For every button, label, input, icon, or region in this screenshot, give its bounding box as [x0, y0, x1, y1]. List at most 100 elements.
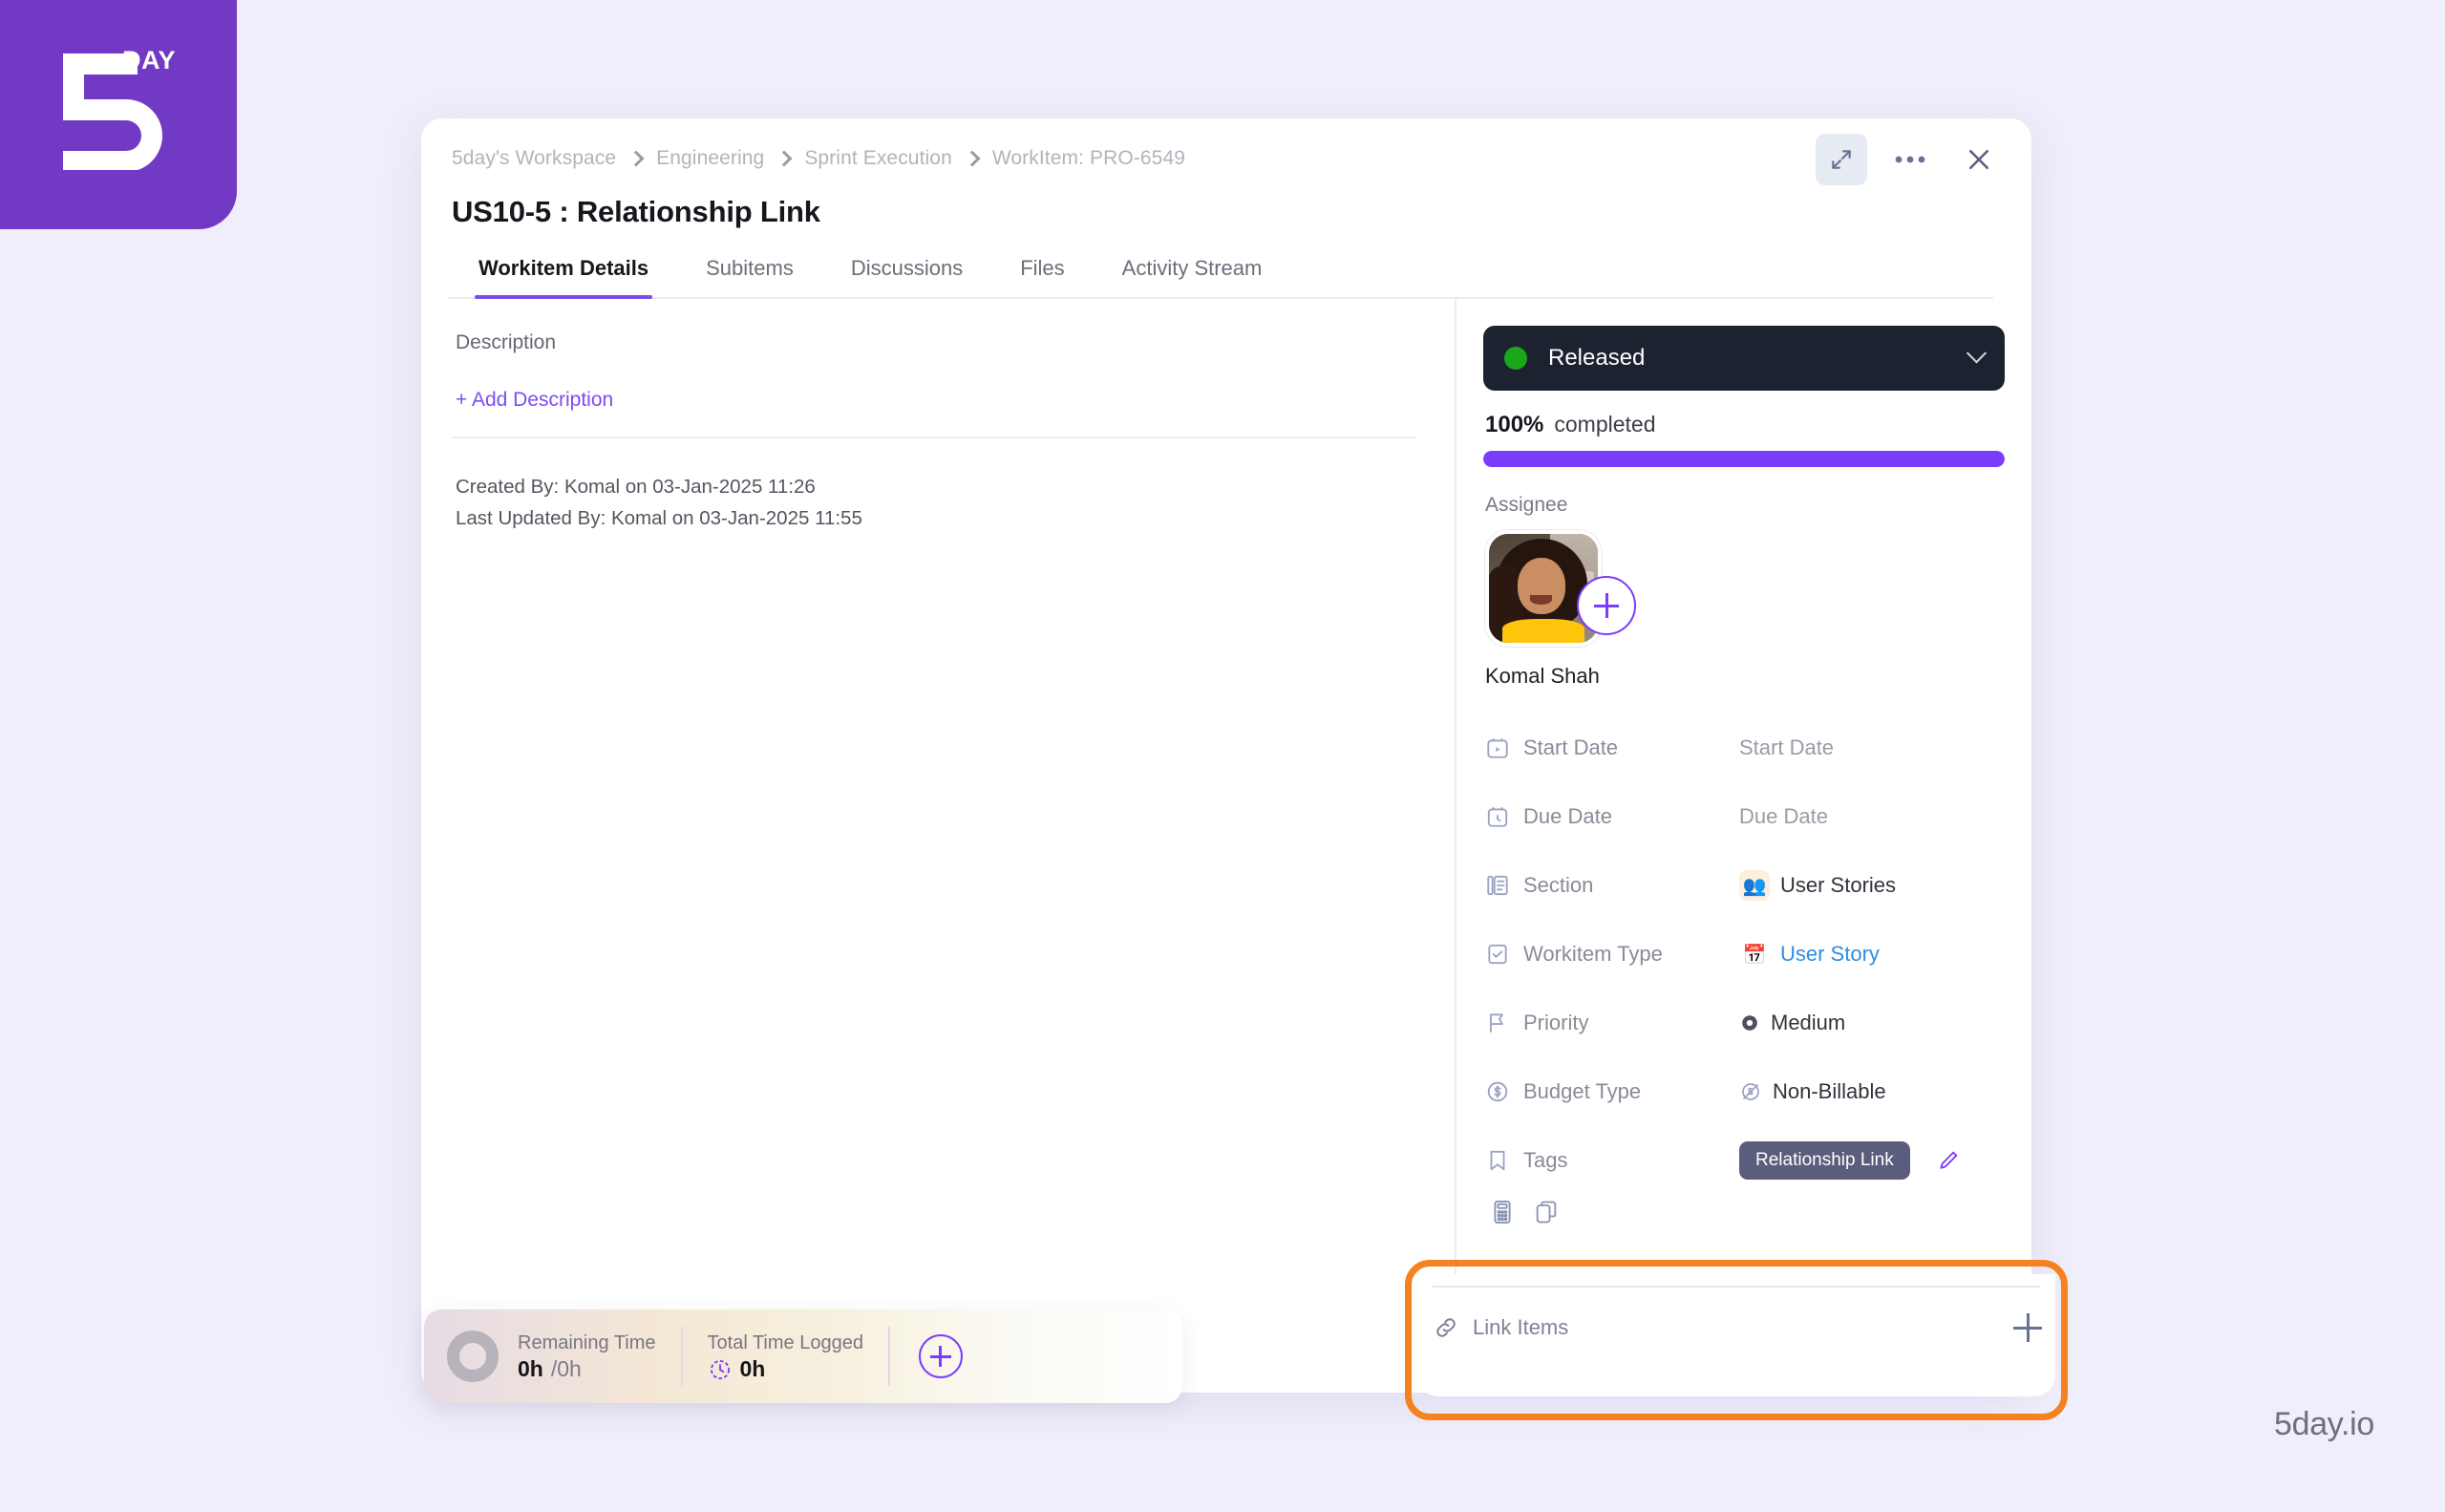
breadcrumb-item-engineering[interactable]: Engineering: [656, 147, 764, 170]
expand-button[interactable]: [1816, 134, 1867, 185]
tab-files[interactable]: Files: [1020, 256, 1064, 297]
breadcrumb-item-sprint-execution[interactable]: Sprint Execution: [804, 147, 952, 170]
property-value-start-date[interactable]: Start Date: [1739, 735, 1834, 760]
property-value-due-date[interactable]: Due Date: [1739, 804, 1828, 829]
tag-chip[interactable]: Relationship Link: [1739, 1141, 1910, 1180]
tab-workitem-details[interactable]: Workitem Details: [474, 256, 653, 299]
remaining-time-value: 0h/0h: [518, 1356, 656, 1382]
plus-circle-icon: [1594, 593, 1619, 618]
section-icon: [1485, 873, 1510, 898]
page-title: US10-5 : Relationship Link: [452, 195, 820, 228]
due-date-icon: [1485, 804, 1510, 829]
property-row-due-date[interactable]: Due Date Due Date: [1483, 782, 2005, 851]
total-time-logged-value: 0h: [708, 1356, 863, 1382]
property-value-text: Non-Billable: [1773, 1079, 1886, 1103]
property-value-text: Medium: [1771, 1011, 1846, 1034]
property-label-tags: Tags: [1485, 1148, 1739, 1173]
property-name: Workitem Type: [1523, 942, 1663, 966]
property-list: Start Date Start Date Due Date Due Date …: [1483, 713, 2005, 1225]
property-row-start-date[interactable]: Start Date Start Date: [1483, 713, 2005, 782]
property-value-workitem-type[interactable]: 📅 User Story: [1739, 939, 1880, 969]
breadcrumb-item-workspace[interactable]: 5day's Workspace: [452, 147, 616, 170]
assignee-label: Assignee: [1485, 494, 1568, 516]
watermark: 5day.io: [2273, 1406, 2374, 1442]
flag-icon: [1485, 1011, 1510, 1035]
property-row-tags[interactable]: Tags Relationship Link: [1483, 1126, 2005, 1195]
remaining-time-total: /0h: [550, 1356, 582, 1381]
add-description-button[interactable]: + Add Description: [452, 389, 613, 412]
status-dot-icon: [1504, 347, 1527, 370]
copy-icon[interactable]: [1533, 1199, 1560, 1225]
remaining-time-number: 0h: [518, 1356, 543, 1381]
start-date-icon: [1485, 735, 1510, 760]
calculator-icon[interactable]: [1489, 1199, 1516, 1225]
pencil-icon[interactable]: [1936, 1148, 1961, 1173]
property-value-section[interactable]: 👥 User Stories: [1739, 870, 1896, 901]
property-row-workitem-type[interactable]: Workitem Type 📅 User Story: [1483, 920, 2005, 989]
property-value-budget-type[interactable]: Non-Billable: [1739, 1079, 1886, 1104]
progress-bar-fill: [1483, 451, 2005, 467]
modal-header: 5day's Workspace Engineering Sprint Exec…: [421, 118, 2031, 299]
breadcrumb: 5day's Workspace Engineering Sprint Exec…: [448, 143, 1993, 174]
property-value-tags: Relationship Link: [1739, 1141, 1961, 1180]
ellipsis-icon: [1895, 155, 1925, 164]
link-items-row[interactable]: Link Items: [1417, 1288, 2055, 1368]
tab-discussions[interactable]: Discussions: [851, 256, 963, 297]
add-assignee-button[interactable]: [1577, 576, 1636, 635]
property-value-priority[interactable]: Medium: [1739, 1011, 1845, 1035]
close-button[interactable]: [1953, 134, 2005, 185]
remaining-time-segment: Remaining Time 0h/0h: [518, 1331, 656, 1382]
window-controls: [1816, 134, 2005, 185]
progress-summary: 100% completed: [1483, 412, 2005, 438]
close-x-icon: [1965, 145, 1993, 174]
description-label: Description: [456, 331, 557, 353]
property-name: Budget Type: [1523, 1079, 1642, 1103]
tab-activity-stream[interactable]: Activity Stream: [1122, 256, 1263, 297]
link-items-label: Link Items: [1473, 1315, 1569, 1339]
property-name: Start Date: [1523, 735, 1619, 759]
property-label-section: Section: [1485, 873, 1739, 898]
total-time-logged-segment: Total Time Logged 0h: [708, 1331, 863, 1382]
workitem-detail-modal: 5day's Workspace Engineering Sprint Exec…: [421, 118, 2031, 1393]
description-divider: [452, 437, 1416, 438]
extra-icon-row: [1483, 1199, 2005, 1225]
tab-subitems[interactable]: Subitems: [706, 256, 794, 297]
property-name: Priority: [1523, 1011, 1589, 1034]
property-row-priority[interactable]: Priority Medium: [1483, 989, 2005, 1057]
non-billable-icon: [1739, 1080, 1762, 1103]
created-by-text: Created By: Komal on 03-Jan-2025 11:26: [456, 476, 816, 498]
property-label-due-date: Due Date: [1485, 804, 1739, 829]
section-emoji-icon: 👥: [1739, 870, 1770, 901]
total-time-logged-number: 0h: [739, 1356, 766, 1381]
link-items-left: Link Items: [1433, 1314, 1568, 1341]
breadcrumb-item-workitem[interactable]: WorkItem: PRO-6549: [992, 147, 1185, 170]
property-label-priority: Priority: [1485, 1011, 1739, 1035]
property-row-section[interactable]: Section 👥 User Stories: [1483, 851, 2005, 920]
status-dropdown[interactable]: Released: [1483, 326, 2005, 391]
property-name: Tags: [1523, 1148, 1568, 1172]
modal-body: Description + Add Description Created By…: [421, 299, 2031, 1393]
logo-day-text: DAY: [122, 46, 177, 75]
bookmark-icon: [1485, 1148, 1510, 1173]
add-time-log-button[interactable]: [918, 1334, 963, 1378]
property-value-text: User Story: [1780, 942, 1880, 966]
last-updated-by-text: Last Updated By: Komal on 03-Jan-2025 11…: [456, 507, 862, 530]
time-tracking-bar: Remaining Time 0h/0h Total Time Logged 0…: [424, 1310, 1182, 1403]
brand-logo-badge: DAY: [0, 0, 237, 229]
add-link-item-button[interactable]: [2013, 1313, 2042, 1342]
chevron-down-icon: [1966, 342, 1988, 363]
status-value: Released: [1548, 345, 1646, 371]
tab-bar: Workitem Details Subitems Discussions Fi…: [448, 256, 1993, 299]
plus-circle-icon: [929, 1346, 951, 1367]
link-chain-icon: [1433, 1314, 1459, 1341]
property-value-text: User Stories: [1780, 873, 1897, 897]
assignee-row: [1483, 530, 2005, 654]
remaining-time-ring-icon: [447, 1331, 499, 1382]
more-options-button[interactable]: [1884, 134, 1936, 185]
breadcrumb-separator-icon: [776, 150, 793, 167]
audit-info: Created By: Komal on 03-Jan-2025 11:26 L…: [452, 471, 1416, 534]
workitem-type-icon: [1485, 942, 1510, 967]
assignee-name: Komal Shah: [1485, 664, 1600, 688]
property-row-budget-type[interactable]: Budget Type Non-Billable: [1483, 1057, 2005, 1126]
dollar-circle-icon: [1485, 1079, 1510, 1104]
